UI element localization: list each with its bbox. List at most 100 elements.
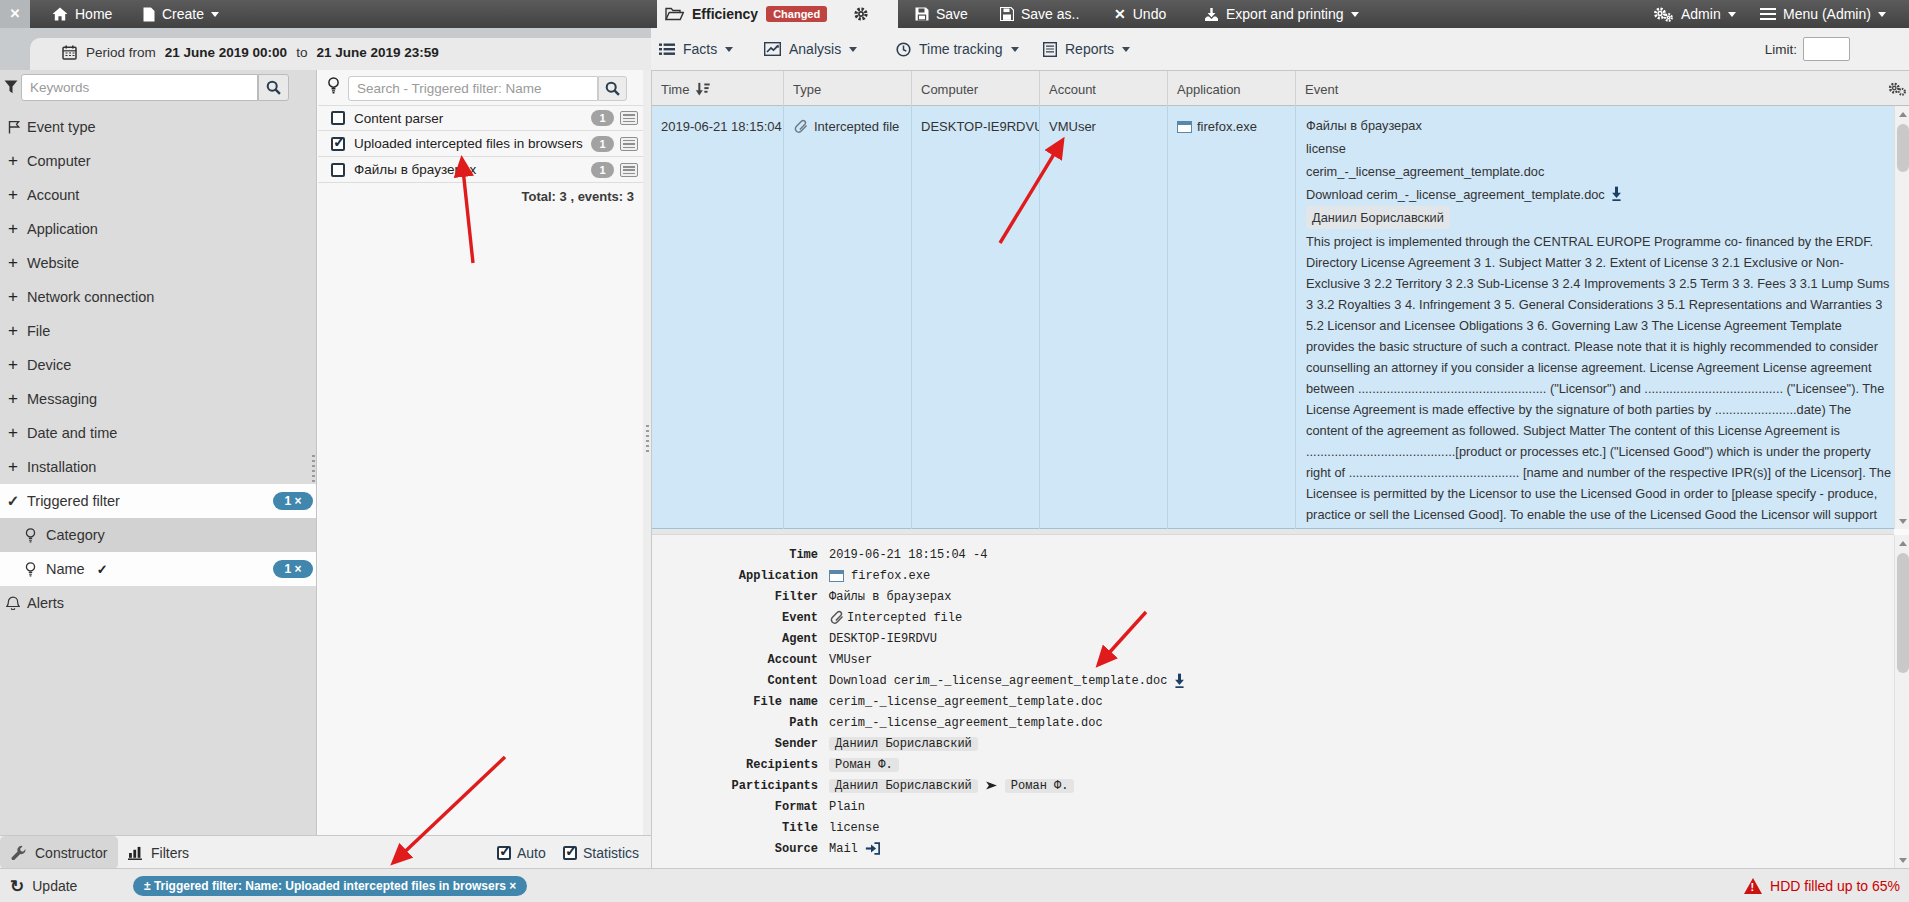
save-label: Save [936,6,968,22]
panel-divider[interactable] [643,70,651,835]
details-scrollbar[interactable] [1894,535,1909,868]
sidebar-item-alerts[interactable]: Alerts [0,586,316,620]
sidebar-item-label: Installation [27,459,96,475]
filter-funnel-icon [4,80,18,94]
detail-row-time: Time 2019-06-21 18:15:04 -4 [652,544,1894,565]
sidebar-item-network-connection[interactable]: +Network connection [0,280,316,314]
event-download-line[interactable]: Download cerim_-_license_agreement_templ… [1306,183,1886,206]
undo-label: Undo [1133,6,1166,22]
tab-efficiency[interactable]: Efficiency Changed [657,0,898,28]
keywords-input[interactable] [21,74,258,101]
sidebar-item-device[interactable]: +Device [0,348,316,382]
sidebar-item-application[interactable]: +Application [0,212,316,246]
sidebar-item-messaging[interactable]: +Messaging [0,382,316,416]
list-details-icon[interactable] [620,111,638,125]
scroll-down-arrow[interactable] [1895,852,1909,868]
refresh-icon: ↻ [10,878,24,895]
chevron-down-icon [211,12,219,17]
save-as-button[interactable]: Save as.. [1000,0,1079,28]
sidebar-resize-handle[interactable] [312,455,315,485]
update-button[interactable]: ↻ Update [10,869,77,902]
period-prefix: Period from [86,45,156,60]
scrollbar-thumb[interactable] [1897,553,1909,673]
column-header-application[interactable]: Application [1168,71,1296,107]
download-icon[interactable] [1611,186,1622,201]
sidebar-item-account[interactable]: +Account [0,178,316,212]
export-print-button[interactable]: Export and printing [1204,0,1359,28]
status-bar: ↻ Update ± Triggered filter: Name: Uploa… [0,868,1909,902]
statistics-checkbox[interactable]: Statistics [563,836,639,869]
period-filter[interactable]: Period from 21 June 2019 00:00 to 21 Jun… [62,28,439,70]
tab-reports-label: Reports [1065,41,1114,57]
checkbox-checked[interactable] [563,846,577,860]
auto-checkbox[interactable]: Auto [497,836,546,869]
count-badge: 1 [591,110,614,126]
scroll-up-arrow[interactable] [1895,106,1909,122]
scroll-up-arrow[interactable] [1895,535,1909,551]
checkbox-checked[interactable] [497,846,511,860]
sidebar-item-triggered-filter[interactable]: ✓ Triggered filter 1 × [0,484,316,518]
gear-icon[interactable] [853,6,869,22]
sidebar-item-website[interactable]: +Website [0,246,316,280]
auto-label: Auto [517,845,546,861]
column-settings-gears-icon[interactable] [1887,81,1907,97]
filter-item-label: Файлы в браузерах [354,162,476,177]
list-details-icon[interactable] [620,137,638,151]
filter-list-item[interactable]: Файлы в браузерах 1 [318,157,643,183]
checkbox-unchecked[interactable] [331,163,345,177]
tab-filters[interactable]: Filters [128,836,189,869]
triggered-filter-search-button[interactable] [598,76,627,101]
sidebar-item-installation[interactable]: +Installation [0,450,316,484]
column-header-type[interactable]: Type [784,71,912,107]
sidebar-item-event-type[interactable]: Event type [0,110,316,144]
admin-menu-button[interactable]: Admin [1652,0,1736,28]
create-label: Create [162,6,204,22]
column-header-computer[interactable]: Computer [912,71,1040,107]
tab-analysis[interactable]: Analysis [764,28,857,70]
create-button[interactable]: Create [143,0,219,28]
sidebar-item-name[interactable]: Name ✓ 1 × [0,552,316,586]
save-button[interactable]: Save [915,0,968,28]
tab-analysis-label: Analysis [789,41,841,57]
close-panel-button[interactable]: ✕ [0,0,30,28]
table-scrollbar[interactable] [1894,106,1909,529]
undo-button[interactable]: ✕ Undo [1114,0,1166,28]
sidebar-item-date-and-time[interactable]: +Date and time [0,416,316,450]
event-title: license [1306,137,1886,160]
column-header-time[interactable]: Time [652,71,784,107]
event-details-panel: Time 2019-06-21 18:15:04 -4 Application … [652,535,1894,868]
events-main-panel: Time Type Computer Account Application E… [651,70,1909,868]
download-icon[interactable] [1174,673,1185,688]
main-menu-button[interactable]: Menu (Admin) [1760,0,1886,28]
filter-list-item[interactable]: Content parser 1 [318,105,643,131]
checkbox-unchecked[interactable] [331,111,345,125]
sidebar-item-computer[interactable]: +Computer [0,144,316,178]
checkbox-checked[interactable] [331,137,345,151]
limit-label: Limit: [1765,42,1797,57]
active-filter-chip[interactable]: ± Triggered filter: Name: Uploaded inter… [133,876,527,896]
tab-constructor[interactable]: Constructor [0,836,118,869]
tab-reports[interactable]: Reports [1043,28,1130,70]
column-header-event[interactable]: Event [1296,71,1894,107]
filter-list-item[interactable]: Uploaded intercepted files in browsers 1 [318,131,643,157]
limit-input[interactable] [1803,37,1850,61]
tab-time-tracking[interactable]: Time tracking [896,28,1019,70]
sidebar-item-category[interactable]: Category [0,518,316,552]
keywords-search-button[interactable] [258,74,289,101]
filter-count-badge[interactable]: 1 × [273,560,313,578]
list-details-icon[interactable] [620,163,638,177]
filter-count-badge[interactable]: 1 × [273,492,313,510]
column-header-account[interactable]: Account [1040,71,1168,107]
filters-sidebar: Event type +Computer +Account +Applicati… [0,70,317,835]
tab-facts[interactable]: Facts [659,28,733,70]
download-export-icon [1204,7,1219,22]
sidebar-item-file[interactable]: +File [0,314,316,348]
detail-row-content: Content Download cerim_-_license_agreeme… [652,670,1894,691]
detail-row-application: Application firefox.exe [652,565,1894,586]
home-button[interactable]: Home [52,0,112,28]
triggered-filter-search-input[interactable] [348,76,598,101]
event-table-row[interactable]: 2019-06-21 18:15:04 -4 Intercepted file … [652,106,1894,529]
scroll-down-arrow[interactable] [1895,513,1909,529]
sidebar-item-label: Website [27,255,79,271]
scrollbar-thumb[interactable] [1897,124,1909,172]
